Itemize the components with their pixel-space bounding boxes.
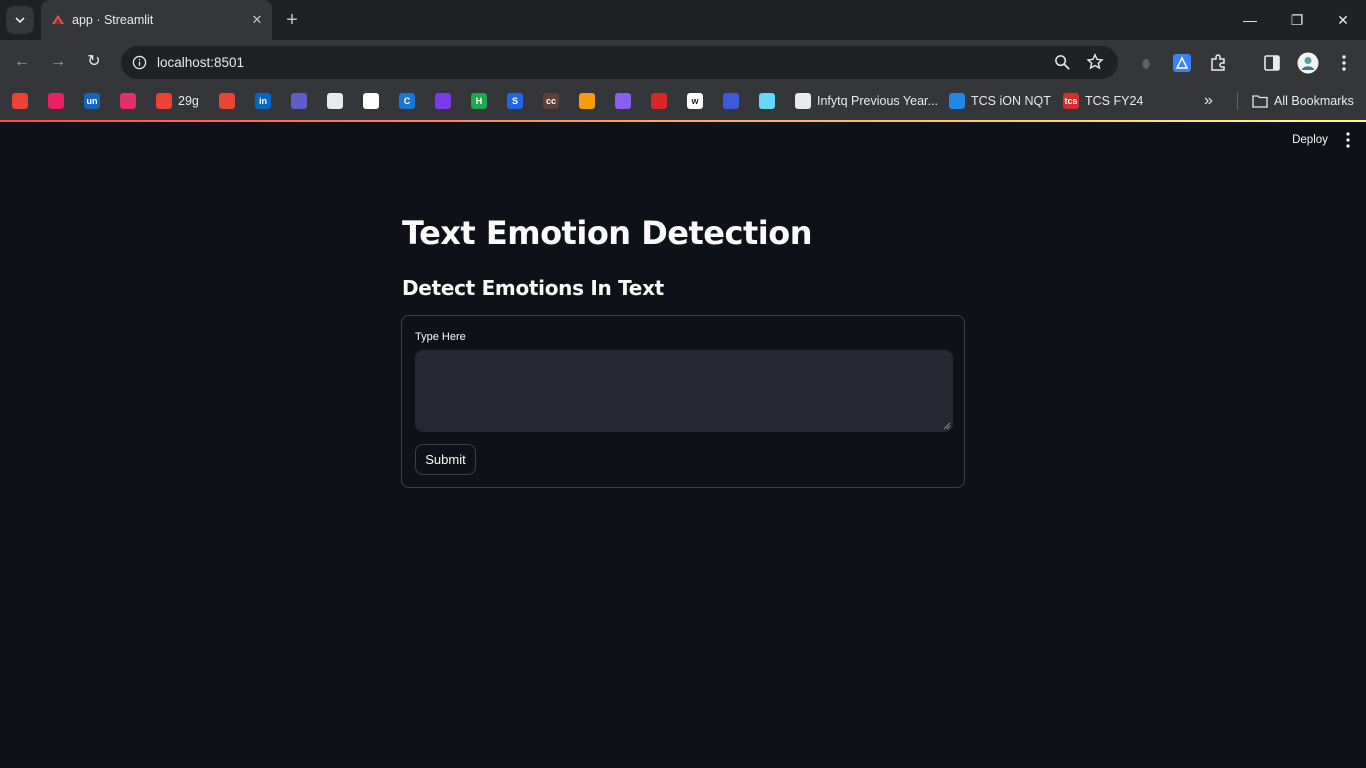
minimize-button[interactable]: — — [1238, 8, 1262, 32]
restore-button[interactable]: ❐ — [1285, 8, 1309, 32]
extension-drive-icon[interactable] — [1172, 53, 1192, 73]
window-close-button[interactable]: ✕ — [1331, 8, 1355, 32]
bookmark-item[interactable] — [615, 92, 631, 110]
react-icon — [759, 93, 775, 109]
new-tab-button[interactable]: + — [282, 10, 302, 30]
leetcode-icon — [579, 93, 595, 109]
chevron-down-icon — [15, 17, 25, 24]
bookmark-item[interactable] — [579, 92, 595, 110]
deploy-button[interactable]: Deploy — [1282, 130, 1338, 150]
page-subtitle: Detect Emotions In Text — [402, 276, 664, 300]
emotion-form: Type Here Submit — [401, 315, 965, 488]
zoom-icon[interactable] — [1054, 54, 1071, 71]
chrome-menu-icon[interactable] — [1334, 53, 1354, 73]
gmail-icon — [156, 93, 172, 109]
bookmark-item[interactable]: C — [399, 92, 415, 110]
inbox-icon — [651, 93, 667, 109]
w-icon: w — [687, 93, 703, 109]
bookmark-item[interactable] — [759, 92, 775, 110]
active-tab[interactable]: app · Streamlit ✕ — [41, 0, 272, 40]
tab-search-button[interactable] — [6, 6, 34, 34]
doc-icon — [795, 93, 811, 109]
tab-title: app · Streamlit — [72, 13, 154, 27]
back-button[interactable]: ← — [11, 51, 33, 73]
folder-icon — [1252, 95, 1268, 108]
side-panel-icon[interactable] — [1262, 53, 1282, 73]
all-bookmarks-button[interactable]: All Bookmarks — [1252, 92, 1354, 110]
bookmarks-bar — [0, 84, 1366, 120]
close-tab-icon[interactable]: ✕ — [247, 10, 267, 30]
forward-button[interactable]: → — [47, 51, 69, 73]
extension-dot-icon[interactable] — [1136, 53, 1156, 73]
bookmark-item[interactable] — [435, 92, 451, 110]
bookmark-item[interactable] — [651, 92, 667, 110]
instagram-icon — [120, 93, 136, 109]
bookmark-item[interactable]: Infytq Previous Year... — [795, 92, 938, 110]
bookmark-item[interactable]: un — [84, 92, 100, 110]
submit-button[interactable]: Submit — [415, 444, 476, 475]
bookmark-item[interactable]: H — [471, 92, 487, 110]
streamlit-app: Deploy Text Emotion Detection Detect Emo… — [0, 122, 1366, 768]
linkedin-icon: in — [255, 93, 271, 109]
bookmarks-separator — [1237, 92, 1238, 110]
shield-icon — [435, 93, 451, 109]
bookmark-item[interactable]: cc — [543, 92, 559, 110]
address-bar[interactable]: localhost:8501 — [121, 46, 1118, 79]
profile-avatar-icon[interactable] — [1297, 52, 1319, 74]
bookmark-item[interactable]: in — [255, 92, 271, 110]
wave-icon — [723, 93, 739, 109]
bookmark-item[interactable]: tcs TCS FY24 — [1063, 92, 1143, 110]
bookmark-item[interactable]: 29g — [156, 92, 199, 110]
bookmark-label: Infytq Previous Year... — [817, 94, 938, 108]
teams-icon — [291, 93, 307, 109]
text-input[interactable] — [415, 350, 953, 432]
tcs-icon: tcs — [1063, 93, 1079, 109]
spiral-icon — [615, 93, 631, 109]
tab-strip: app · Streamlit ✕ + — ❐ ✕ — [0, 0, 1366, 40]
unstop-icon: un — [84, 93, 100, 109]
gmail-icon — [219, 93, 235, 109]
text-input-label: Type Here — [415, 331, 466, 343]
bookmark-item[interactable] — [120, 92, 136, 110]
app-icon — [363, 93, 379, 109]
cc-icon: cc — [543, 93, 559, 109]
bookmark-item[interactable] — [291, 92, 307, 110]
main-menu-icon[interactable] — [1339, 129, 1357, 151]
url-text[interactable]: localhost:8501 — [157, 55, 244, 70]
bookmark-item[interactable] — [363, 92, 379, 110]
github-icon — [327, 93, 343, 109]
all-bookmarks-label: All Bookmarks — [1274, 94, 1354, 108]
bookmark-label: TCS FY24 — [1085, 94, 1144, 108]
site-info-icon[interactable] — [132, 55, 147, 70]
page-title: Text Emotion Detection — [402, 214, 812, 252]
bookmark-item[interactable] — [723, 92, 739, 110]
bookmark-label: 29g — [178, 94, 199, 108]
hackerrank-icon: H — [471, 93, 487, 109]
bookmark-item[interactable] — [12, 92, 28, 110]
bookmark-item[interactable]: S — [507, 92, 523, 110]
bookmark-item[interactable] — [48, 92, 64, 110]
bookmarks-overflow-button[interactable]: » — [1204, 92, 1213, 110]
bookmark-item[interactable]: w — [687, 92, 703, 110]
streamlit-logo-icon — [52, 15, 64, 24]
bookmark-item[interactable]: TCS iON NQT — [949, 92, 1051, 110]
bookmark-label: TCS iON NQT — [971, 94, 1051, 108]
hexagon-icon — [48, 93, 64, 109]
power-icon — [949, 93, 965, 109]
bookmark-star-icon[interactable] — [1086, 53, 1104, 71]
s-icon: S — [507, 93, 523, 109]
bookmark-item[interactable] — [327, 92, 343, 110]
gmail-icon — [12, 93, 28, 109]
bookmark-item[interactable] — [219, 92, 235, 110]
resize-handle-icon[interactable] — [943, 422, 951, 430]
c-icon: C — [399, 93, 415, 109]
reload-button[interactable]: ↻ — [83, 51, 105, 73]
extensions-puzzle-icon[interactable] — [1208, 53, 1228, 73]
